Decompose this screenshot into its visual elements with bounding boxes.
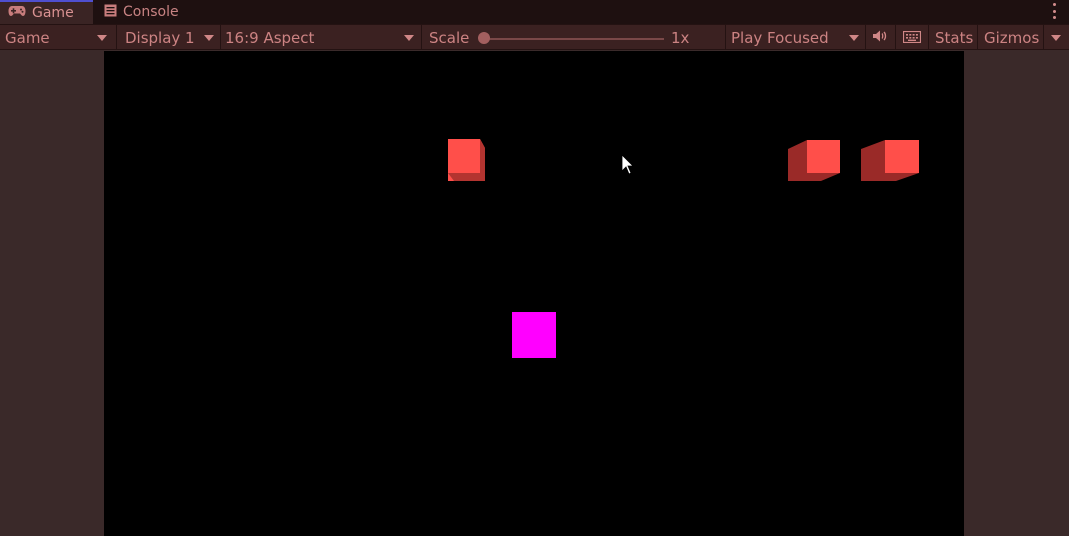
tab-game[interactable]: Game: [0, 0, 93, 24]
play-mode-value: Play Focused: [731, 28, 829, 47]
console-icon: [104, 4, 117, 21]
more-options-icon[interactable]: [1053, 3, 1057, 19]
red-cube: [788, 140, 840, 181]
scale-slider-handle[interactable]: [478, 32, 490, 44]
chevron-down-icon: [97, 35, 107, 41]
divider: [725, 25, 726, 50]
divider: [421, 25, 422, 50]
letterbox-right: [964, 50, 1069, 536]
gizmos-dropdown[interactable]: [1044, 25, 1069, 50]
game-view[interactable]: [0, 50, 1069, 536]
keyboard-icon: [902, 29, 922, 47]
scale-slider[interactable]: [484, 38, 664, 40]
tab-console-label: Console: [123, 4, 179, 20]
magenta-square: [512, 312, 556, 358]
game-toolbar: Game Display 1 16:9 Aspect Scale 1x Play…: [0, 24, 1069, 50]
stats-button[interactable]: Stats: [935, 25, 973, 50]
divider: [865, 25, 866, 50]
tab-game-label: Game: [32, 5, 74, 21]
chevron-down-icon: [404, 35, 414, 41]
shortcuts-button[interactable]: [902, 25, 923, 50]
divider: [116, 25, 117, 50]
aspect-select-value: 16:9 Aspect: [225, 28, 315, 47]
red-cube: [861, 140, 919, 181]
divider: [977, 25, 978, 50]
mute-audio-button[interactable]: [872, 25, 890, 50]
scale-value: 1x: [671, 28, 690, 47]
divider: [220, 25, 221, 50]
divider: [895, 25, 896, 50]
letterbox-left: [0, 50, 104, 536]
mouse-cursor-icon: [621, 154, 634, 175]
gizmos-button[interactable]: Gizmos: [984, 25, 1039, 50]
view-select-value: Game: [5, 28, 50, 47]
scene-render: [448, 139, 919, 358]
chevron-down-icon: [849, 35, 859, 41]
aspect-select[interactable]: 16:9 Aspect: [225, 25, 420, 50]
red-cube: [448, 139, 485, 181]
display-select-value: Display 1: [125, 28, 195, 47]
divider: [928, 25, 929, 50]
scale-label: Scale: [429, 28, 470, 47]
display-select[interactable]: Display 1: [125, 25, 220, 50]
tab-console[interactable]: Console: [96, 0, 196, 24]
chevron-down-icon: [1051, 35, 1061, 41]
tab-bar: Game Console: [0, 0, 1069, 24]
speaker-icon: [872, 29, 888, 47]
play-mode-select[interactable]: Play Focused: [731, 25, 861, 50]
view-select[interactable]: Game: [5, 25, 115, 50]
gamepad-icon: [8, 5, 26, 21]
chevron-down-icon: [204, 35, 214, 41]
game-screen[interactable]: [104, 51, 964, 536]
